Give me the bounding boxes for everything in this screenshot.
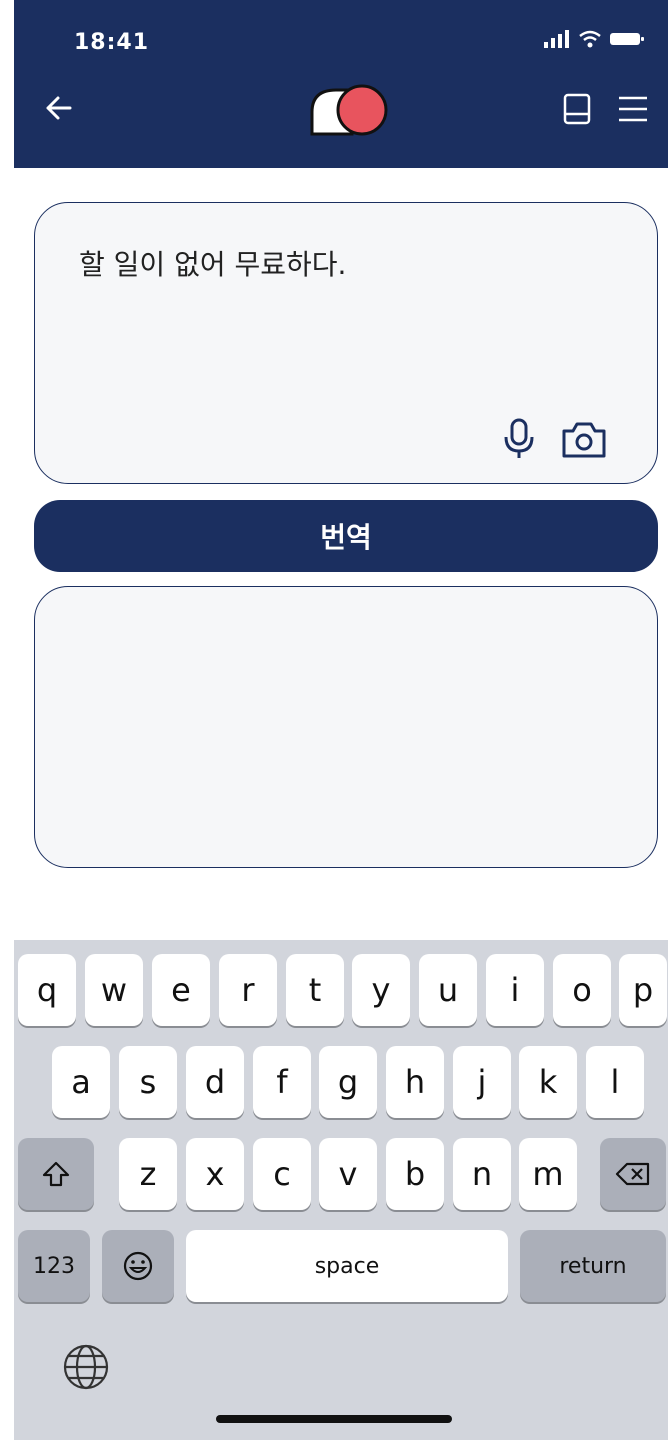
key-y[interactable]: y — [352, 954, 410, 1026]
key-u[interactable]: u — [419, 954, 477, 1026]
return-key[interactable]: return — [520, 1230, 666, 1302]
status-time: 18:41 — [74, 30, 150, 55]
status-icons — [544, 30, 646, 48]
key-b[interactable]: b — [386, 1138, 444, 1210]
key-g[interactable]: g — [319, 1046, 377, 1118]
battery-icon — [610, 33, 644, 45]
key-w[interactable]: w — [85, 954, 143, 1026]
key-n[interactable]: n — [453, 1138, 511, 1210]
space-key[interactable]: space — [186, 1230, 508, 1302]
key-e[interactable]: e — [152, 954, 210, 1026]
key-d[interactable]: d — [186, 1046, 244, 1118]
key-f[interactable]: f — [253, 1046, 311, 1118]
key-v[interactable]: v — [319, 1138, 377, 1210]
app-header: 18:41 — [14, 0, 668, 168]
key-r[interactable]: r — [219, 954, 277, 1026]
shift-arrow-icon — [42, 1161, 70, 1187]
screen-edge — [0, 0, 14, 1440]
emoji-icon — [123, 1251, 153, 1281]
key-h[interactable]: h — [386, 1046, 444, 1118]
menu-icon[interactable] — [616, 94, 650, 124]
microphone-icon[interactable] — [501, 417, 537, 461]
source-text-input[interactable]: 할 일이 없어 무료하다. — [34, 202, 658, 484]
key-i[interactable]: i — [486, 954, 544, 1026]
key-o[interactable]: o — [553, 954, 611, 1026]
app-logo — [310, 84, 388, 136]
key-t[interactable]: t — [286, 954, 344, 1026]
dictionary-icon[interactable] — [562, 92, 592, 126]
key-z[interactable]: z — [119, 1138, 177, 1210]
key-a[interactable]: a — [52, 1046, 110, 1118]
key-q[interactable]: q — [18, 954, 76, 1026]
translate-button[interactable]: 번역 — [34, 500, 658, 572]
numbers-key[interactable]: 123 — [18, 1230, 90, 1302]
source-text[interactable]: 할 일이 없어 무료하다. — [79, 243, 346, 283]
key-m[interactable]: m — [519, 1138, 577, 1210]
home-indicator — [216, 1415, 452, 1423]
key-x[interactable]: x — [186, 1138, 244, 1210]
globe-icon[interactable] — [61, 1342, 111, 1392]
camera-icon[interactable] — [559, 419, 609, 461]
wifi-icon — [579, 30, 601, 48]
key-l[interactable]: l — [586, 1046, 644, 1118]
emoji-key[interactable] — [102, 1230, 174, 1302]
backspace-icon — [615, 1162, 650, 1186]
shift-key[interactable] — [18, 1138, 94, 1210]
delete-key[interactable] — [600, 1138, 666, 1210]
back-arrow-icon[interactable] — [40, 88, 80, 128]
key-k[interactable]: k — [519, 1046, 577, 1118]
translation-output — [34, 586, 658, 868]
signal-icon — [544, 30, 569, 48]
keyboard: q w e r t y u i o p a s d f g h j k l z … — [14, 940, 668, 1440]
key-p[interactable]: p — [619, 954, 667, 1026]
app-screen: 18:41 할 일이 없어 무료하다. 번역 q w e r t y u i o… — [14, 0, 668, 1440]
key-c[interactable]: c — [253, 1138, 311, 1210]
key-j[interactable]: j — [453, 1046, 511, 1118]
key-s[interactable]: s — [119, 1046, 177, 1118]
